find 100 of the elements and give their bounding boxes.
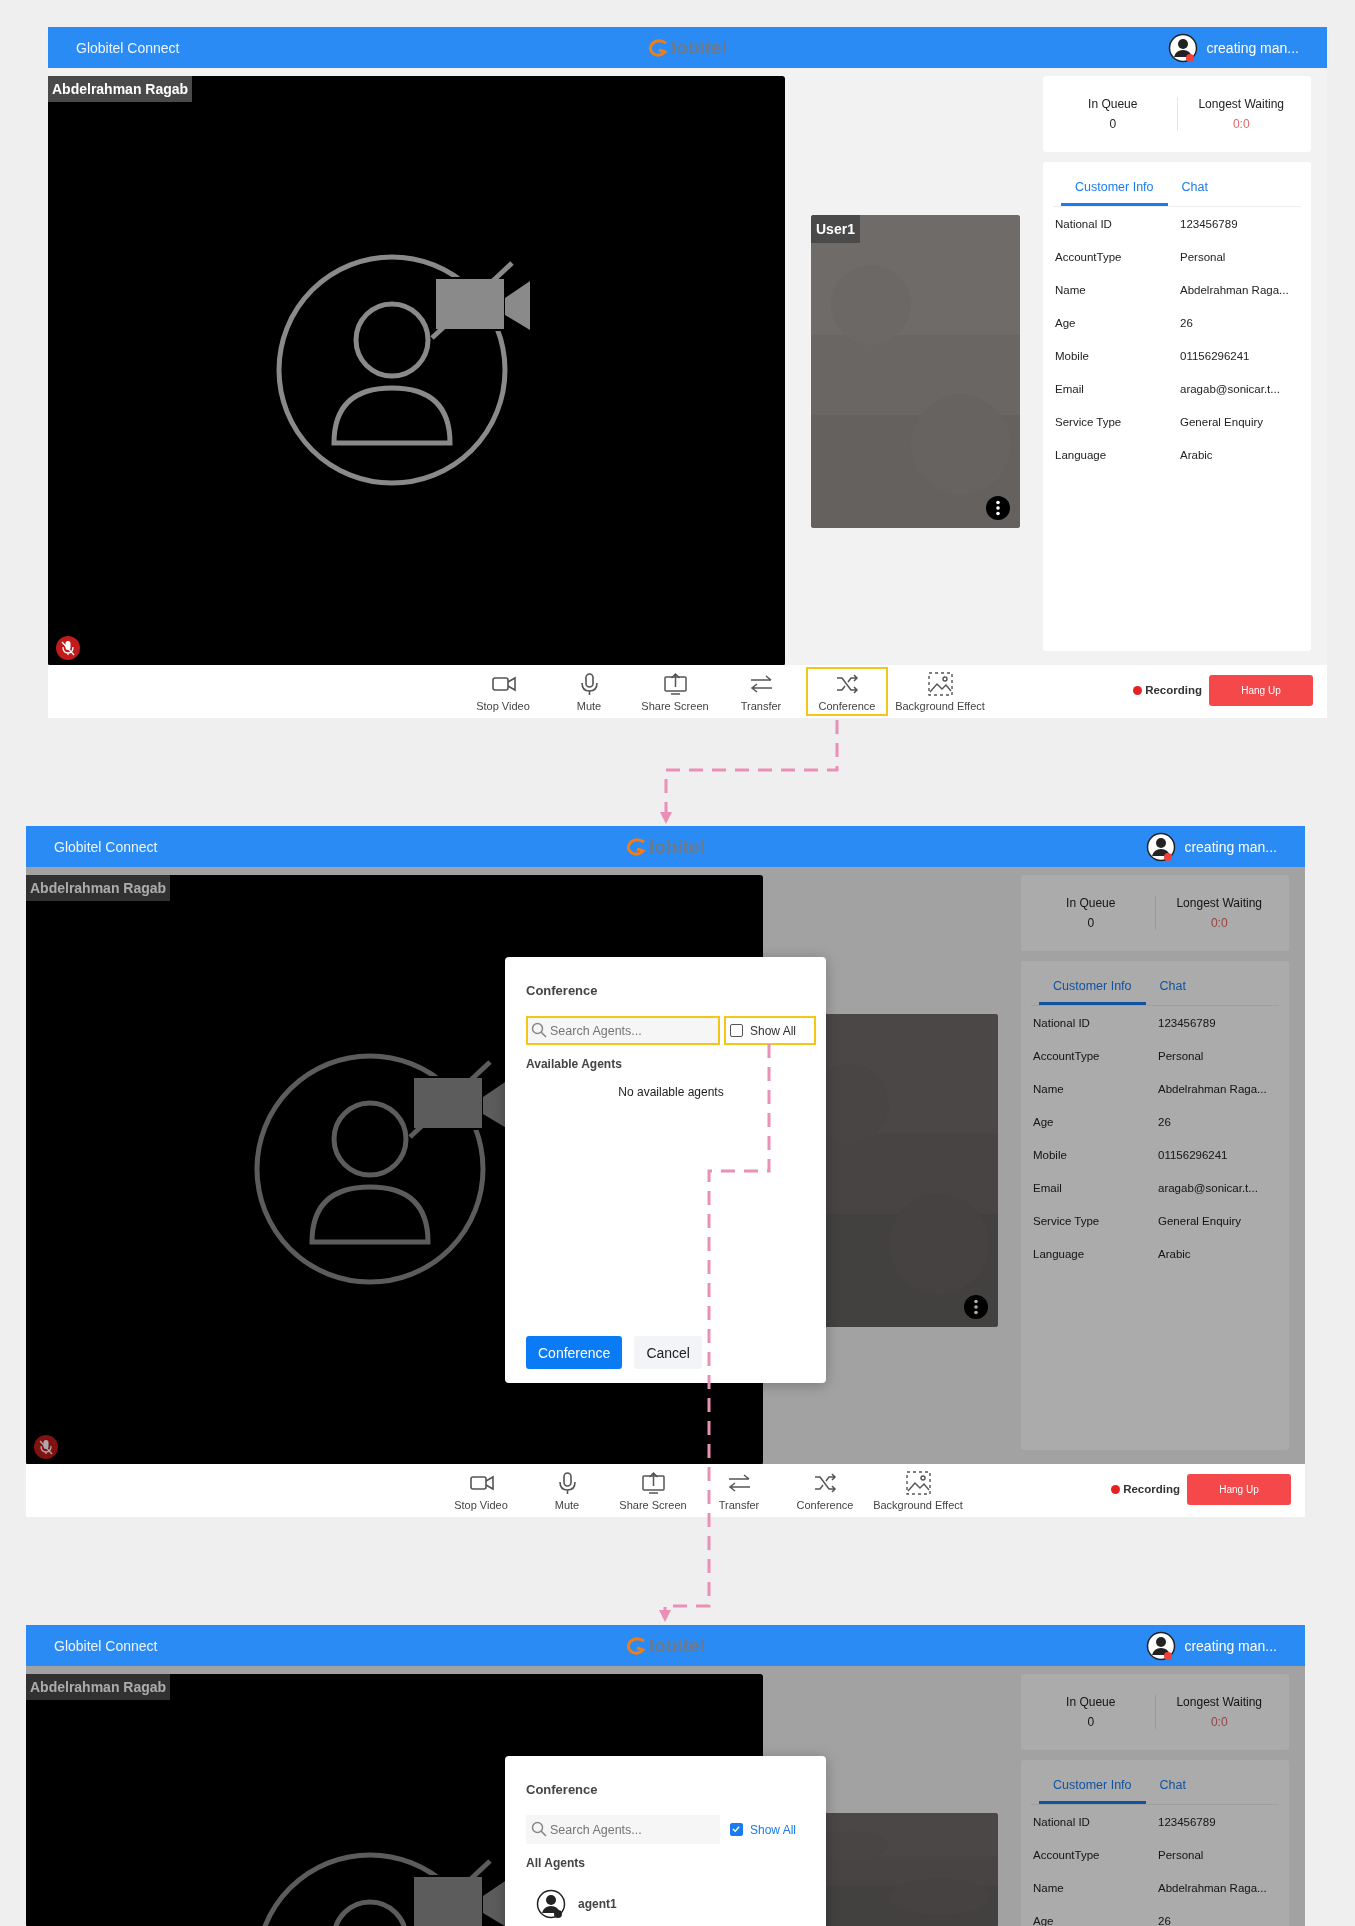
toolbar-button[interactable]: Background Effect [870,1466,966,1515]
recording-status: Recording [1145,684,1202,696]
logo-text: lobitel [649,835,705,858]
stat-value: 0 [1087,1715,1095,1729]
field-value: General Enquiry [1180,415,1265,428]
field-value: Personal [1158,1848,1205,1861]
share-icon [639,1470,667,1496]
field-label: Name [1055,283,1087,296]
field-value: Arabic [1180,448,1214,461]
search-field[interactable]: Search Agents... [526,1815,720,1844]
field-value: 123456789 [1158,1016,1217,1029]
field-value: Personal [1180,250,1227,263]
more-options-icon[interactable] [964,1295,988,1319]
field-value: aragab@sonicar.t... [1158,1181,1259,1194]
recording-status: Recording [1123,1483,1180,1495]
search-field[interactable]: Search Agents... [526,1016,720,1045]
logo-icon [626,837,648,856]
field-label: Name [1033,1881,1065,1894]
share-icon [661,671,689,697]
field-value: General Enquiry [1158,1214,1243,1227]
background-icon [904,1470,932,1496]
hang-up-button[interactable]: Hang Up [1209,675,1313,706]
recording-dot-icon [1111,1484,1121,1494]
field-value: 26 [1180,316,1194,329]
field-value: 123456789 [1180,217,1239,230]
stat-value: 0:0 [1232,117,1250,131]
field-value: aragab@sonicar.t... [1180,382,1281,395]
field-value: Abdelrahman Raga... [1158,1881,1268,1894]
stat-label: In Queue [1088,97,1138,111]
stat-label: Longest Waiting [1198,97,1285,111]
show-all-checkbox[interactable]: Show All [724,1815,816,1844]
field-value: Abdelrahman Raga... [1180,283,1290,296]
section-heading: Available Agents [526,1057,623,1071]
field-label: National ID [1033,1016,1091,1029]
section-heading: All Agents [526,1856,586,1870]
toolbar-button[interactable]: Mute [548,667,630,716]
cancel-button[interactable]: Cancel [634,1336,702,1369]
field-value: 01156296241 [1158,1148,1229,1161]
field-label: AccountType [1033,1049,1101,1062]
recording-dot-icon [1133,685,1143,695]
app-title: Globitel Connect [54,838,159,855]
conference-button[interactable]: Conference [526,1336,623,1369]
logo-icon [626,1636,648,1655]
stat-value: 0:0 [1210,916,1228,930]
empty-message: No available agents [618,1085,724,1099]
field-label: Age [1033,1914,1055,1926]
tab[interactable]: Chat [1167,172,1222,206]
field-label: Service Type [1033,1214,1101,1227]
participant-name: Abdelrahman Ragab [26,1674,171,1700]
avatar-icon [1146,1630,1177,1661]
field-label: Email [1055,382,1085,395]
more-options-icon[interactable] [986,496,1010,520]
field-label: Language [1033,1247,1086,1260]
search-icon [531,1022,547,1038]
field-label: AccountType [1055,250,1123,263]
logo-icon [648,38,670,57]
toolbar-button[interactable]: Background Effect [892,667,988,716]
participant-name: Abdelrahman Ragab [26,875,171,901]
toolbar-button[interactable]: Mute [526,1466,608,1515]
app-title: Globitel Connect [54,1637,159,1654]
stat-value: 0 [1109,117,1117,131]
background-icon [926,671,954,697]
toolbar-button[interactable]: Conference [784,1466,866,1515]
toolbar-button[interactable]: Stop Video [462,667,544,716]
logo-text: lobitel [671,36,727,59]
field-label: Email [1033,1181,1063,1194]
participant-name: Abdelrahman Ragab [48,76,193,102]
stat-label: In Queue [1066,896,1116,910]
field-value: 123456789 [1158,1815,1217,1828]
show-all-checkbox[interactable]: Show All [724,1016,816,1045]
tab[interactable]: Customer Info [1061,172,1168,206]
search-icon [531,1821,547,1837]
toolbar-button[interactable]: Conference [806,667,888,716]
field-value: Abdelrahman Raga... [1158,1082,1268,1095]
stat-label: Longest Waiting [1176,1695,1263,1709]
field-label: National ID [1055,217,1113,230]
field-value: Personal [1158,1049,1205,1062]
field-label: AccountType [1033,1848,1101,1861]
checkmark-icon [731,1824,741,1834]
field-label: Language [1055,448,1108,461]
hang-up-button[interactable]: Hang Up [1187,1474,1291,1505]
avatar-icon [536,1889,566,1919]
dialog-title: Conference [526,1782,599,1797]
field-label: National ID [1033,1815,1091,1828]
stat-value: 0:0 [1210,1715,1228,1729]
toolbar-button[interactable]: Share Screen [612,1466,694,1515]
logo-text: lobitel [649,1634,705,1657]
field-value: 01156296241 [1180,349,1251,362]
field-label: Age [1033,1115,1055,1128]
field-label: Name [1033,1082,1065,1095]
field-value: Arabic [1158,1247,1192,1260]
toolbar-button[interactable]: Transfer [698,1466,780,1515]
toolbar-button[interactable]: Transfer [720,667,802,716]
field-label: Age [1055,316,1077,329]
toolbar-button[interactable]: Share Screen [634,667,716,716]
field-value: 26 [1158,1115,1172,1128]
agent-item[interactable]: agent1 [526,1888,816,1920]
dialog-title: Conference [526,983,599,998]
participant-name: User1 [811,215,860,243]
toolbar-button[interactable]: Stop Video [440,1466,522,1515]
